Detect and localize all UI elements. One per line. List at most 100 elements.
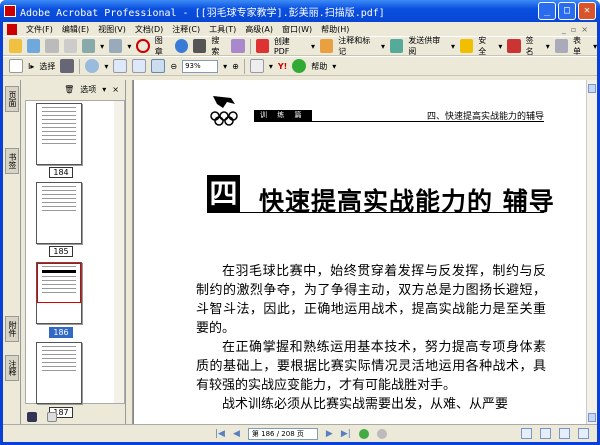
attach-icon[interactable] xyxy=(109,39,123,53)
title-bar: Adobe Acrobat Professional - [[羽毛球专家教学].… xyxy=(0,0,600,22)
page-thumbnail[interactable] xyxy=(36,103,82,165)
zoom-in-button-icon[interactable]: ⊕ xyxy=(232,62,239,71)
save-icon[interactable] xyxy=(45,39,59,53)
zoom-input[interactable]: 93% xyxy=(182,59,219,73)
zoom-out-icon[interactable]: ⊖ xyxy=(170,62,177,71)
menu-comments[interactable]: 注释(C) xyxy=(172,24,200,35)
help-icon xyxy=(292,59,307,73)
maximize-button[interactable]: □ xyxy=(558,2,576,20)
stamp-button[interactable]: 图章 xyxy=(155,35,170,57)
forms-button[interactable]: 表单 xyxy=(573,35,588,57)
page-number-input[interactable]: 第 186 / 208 页 xyxy=(247,427,318,440)
paragraph: 在正确掌握和熟练运用基本技术，努力提高专项身体素质的基础上，要根据比赛实际情况灵… xyxy=(196,340,546,393)
page-thumbnail[interactable] xyxy=(36,182,82,244)
next-page-button[interactable]: ▶ xyxy=(326,429,333,439)
panel-splitter[interactable] xyxy=(125,80,133,424)
snapshot-icon[interactable] xyxy=(60,59,75,73)
fit-width-icon[interactable] xyxy=(151,59,166,73)
section-label: 训 练 篇 xyxy=(254,110,312,121)
create-pdf-button[interactable]: 创建 PDF xyxy=(274,36,306,56)
panel-options-icon[interactable] xyxy=(27,412,37,422)
send-review-button[interactable]: 发送供审阅 xyxy=(408,35,446,57)
minimize-button[interactable]: _ xyxy=(538,2,556,20)
sign-button[interactable]: 签名 xyxy=(526,35,541,57)
close-button[interactable]: ✕ xyxy=(578,2,596,20)
email-icon[interactable] xyxy=(81,39,96,53)
document-scrollbar[interactable] xyxy=(586,80,597,424)
facing-layout-icon[interactable] xyxy=(559,428,570,439)
page-thumbnail-selected[interactable] xyxy=(36,262,82,324)
pen-icon xyxy=(507,39,521,53)
acrobat-icon xyxy=(4,5,16,17)
organizer-icon[interactable] xyxy=(27,39,41,53)
help-button[interactable]: 帮助 xyxy=(311,61,327,72)
options-menu[interactable]: 选项 xyxy=(80,84,96,95)
yahoo-icon[interactable]: Y! xyxy=(278,62,287,71)
comment-markup-button[interactable]: 注释和标记 xyxy=(338,35,376,57)
menu-help[interactable]: 帮助(H) xyxy=(321,24,349,35)
pages-panel: 🗑 选项 ▾ × 184 185 186 187 xyxy=(21,80,125,424)
zoom-in-icon[interactable] xyxy=(85,59,100,73)
tab-attachments[interactable]: 附件 xyxy=(5,316,19,342)
lock-icon xyxy=(460,39,474,53)
continuous-layout-icon[interactable] xyxy=(540,428,551,439)
actual-size-icon[interactable] xyxy=(113,59,128,73)
scroll-up-button[interactable] xyxy=(588,84,596,93)
panel-scrollbar[interactable] xyxy=(114,101,124,403)
trash-icon[interactable]: 🗑 xyxy=(64,85,74,94)
select-button[interactable]: 选择 xyxy=(39,61,55,72)
first-page-button[interactable]: |◀ xyxy=(215,429,225,439)
menu-file[interactable]: 文件(F) xyxy=(26,24,53,35)
rotate-icon[interactable] xyxy=(249,59,264,73)
menu-view[interactable]: 视图(V) xyxy=(98,24,126,35)
continuous-facing-layout-icon[interactable] xyxy=(578,428,589,439)
binoculars-icon[interactable] xyxy=(193,39,207,53)
tab-bookmarks[interactable]: 书签 xyxy=(5,148,19,174)
hand-tool-icon[interactable] xyxy=(9,59,23,73)
menu-window[interactable]: 窗口(W) xyxy=(282,24,312,35)
document-window-controls[interactable]: _▫× xyxy=(562,25,593,34)
select-tool-icon: I▸ xyxy=(28,61,35,71)
stamp-icon[interactable] xyxy=(136,39,150,53)
previous-page-button[interactable]: ◀ xyxy=(233,429,240,439)
tab-pages[interactable]: 页面 xyxy=(5,86,19,112)
thumbnail-label: 184 xyxy=(49,167,73,178)
olympic-logo-icon xyxy=(210,96,238,126)
search-button[interactable]: 搜索 xyxy=(211,35,226,57)
window-title: Adobe Acrobat Professional - [[羽毛球专家教学].… xyxy=(20,7,385,19)
menu-document[interactable]: 文档(D) xyxy=(135,24,163,35)
send-review-icon xyxy=(390,39,404,53)
print-icon[interactable] xyxy=(63,39,77,53)
last-page-button[interactable]: ▶| xyxy=(341,429,351,439)
scroll-down-button[interactable] xyxy=(588,413,596,422)
separator xyxy=(249,38,251,54)
pdf-doc-icon xyxy=(7,23,17,35)
page-thumbnail[interactable] xyxy=(36,342,82,404)
go-forward-button[interactable] xyxy=(376,428,387,439)
panel-close-button[interactable]: × xyxy=(112,85,119,94)
chapter-number: 四 xyxy=(207,175,240,212)
fit-page-icon[interactable] xyxy=(132,59,147,73)
panel-view-icon[interactable] xyxy=(47,412,57,422)
tab-comments[interactable]: 注释 xyxy=(5,355,19,381)
forms-icon xyxy=(554,39,568,53)
paragraph: 战术训练必须从比赛实战需要出发，从难、从严要 xyxy=(222,397,509,412)
menu-edit[interactable]: 编辑(E) xyxy=(62,24,89,35)
menu-advanced[interactable]: 高级(A) xyxy=(245,24,273,35)
color-icon[interactable] xyxy=(231,39,245,53)
document-view: 训 练 篇 四、快速提高实战能力的辅导 四 快速提高实战能力的 辅导 在羽毛球比… xyxy=(133,80,586,424)
web-icon[interactable] xyxy=(174,39,189,53)
thumbnail-label-selected: 186 xyxy=(49,327,73,338)
open-icon[interactable] xyxy=(9,39,23,53)
create-pdf-icon xyxy=(255,39,269,53)
acrobat-window: Adobe Acrobat Professional - [[羽毛球专家教学].… xyxy=(0,0,600,445)
menu-tools[interactable]: 工具(T) xyxy=(209,24,236,35)
single-page-layout-icon[interactable] xyxy=(521,428,532,439)
thumbnail-list: 184 185 186 187 xyxy=(25,100,125,418)
title-rule xyxy=(207,212,544,213)
go-back-button[interactable] xyxy=(358,428,369,439)
menu-bar: 文件(F) 编辑(E) 视图(V) 文档(D) 注释(C) 工具(T) 高级(A… xyxy=(3,22,597,36)
secure-button[interactable]: 安全 xyxy=(478,35,493,57)
navigation-tabs: 页面 书签 附件 注释 xyxy=(3,80,21,424)
separator xyxy=(79,58,81,74)
